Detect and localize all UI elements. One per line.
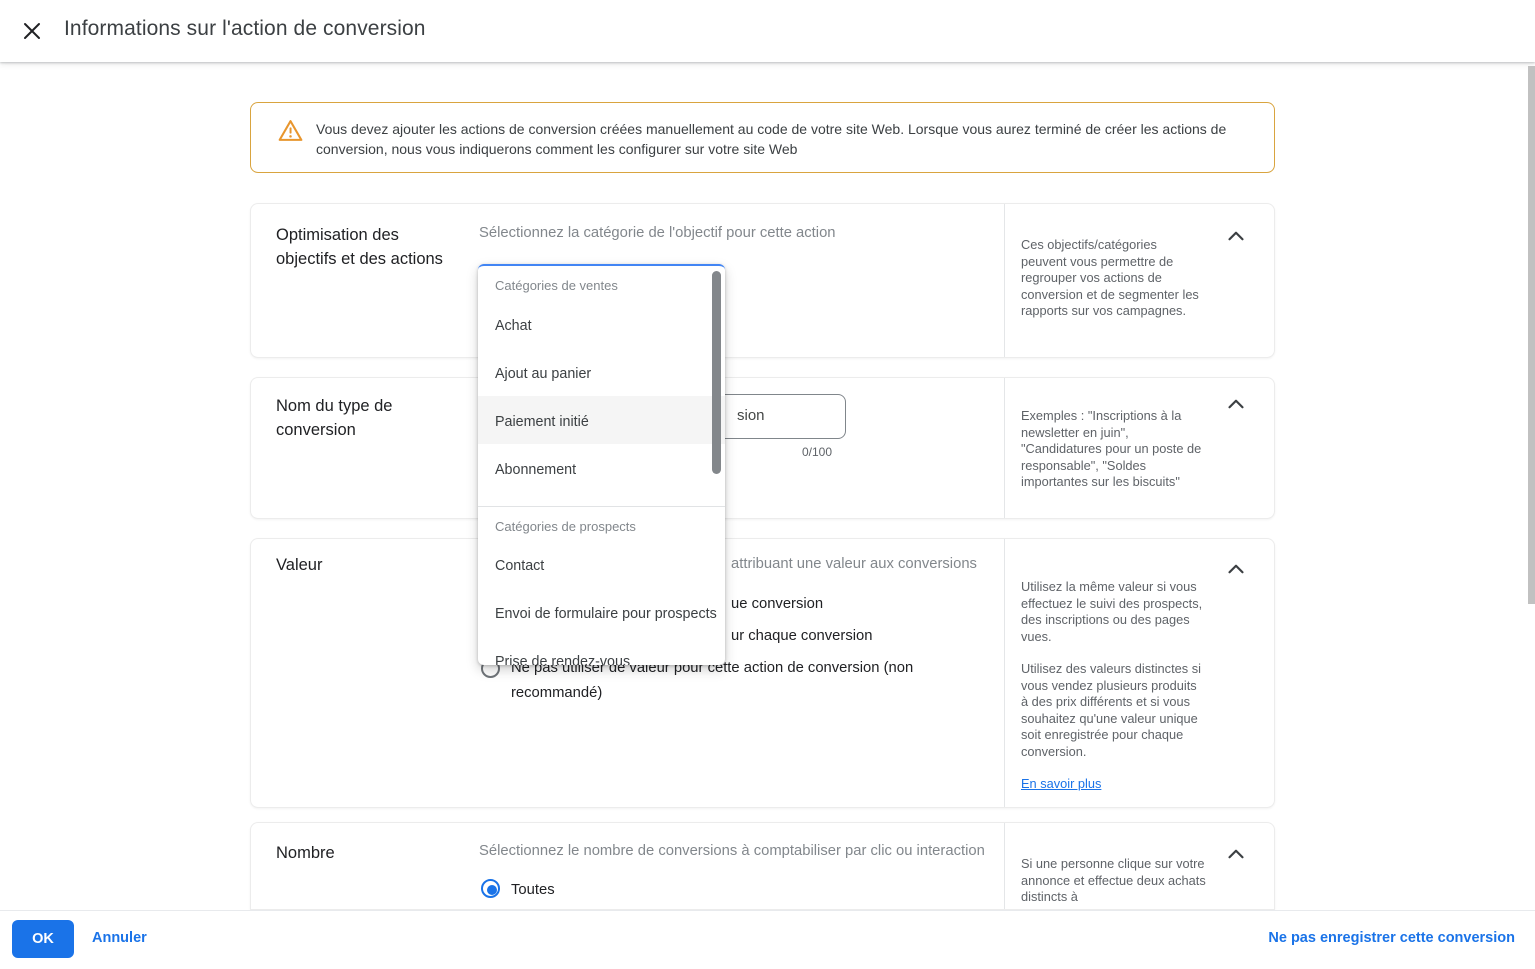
warning-banner: Vous devez ajouter les actions de conver… <box>250 102 1275 173</box>
conversion-action-dialog: Informations sur l'action de conversion … <box>0 0 1535 969</box>
value-help-text: Utilisez la même valeur si vous effectue… <box>1021 579 1205 793</box>
page-scrollbar[interactable] <box>1528 66 1535 604</box>
dropdown-item-prise-rendez-vous[interactable]: Prise de rendez-vous <box>478 652 725 665</box>
dropdown-item-envoi-formulaire[interactable]: Envoi de formulaire pour prospects <box>478 604 725 624</box>
close-icon[interactable] <box>20 19 44 43</box>
chevron-up-icon[interactable] <box>1223 223 1249 249</box>
dropdown-item-ajout-au-panier[interactable]: Ajout au panier <box>478 364 725 384</box>
card-count-title: Nombre <box>276 841 426 865</box>
dropdown-divider <box>478 506 725 507</box>
card-name-title: Nom du type de conversion <box>276 394 426 442</box>
name-help-text: Exemples : "Inscriptions à la newsletter… <box>1021 408 1211 491</box>
category-dropdown-menu: Catégories de ventes Achat Ajout au pani… <box>478 264 725 665</box>
ok-button[interactable]: OK <box>12 920 74 958</box>
goal-category-prompt: Sélectionnez la catégorie de l'objectif … <box>479 225 836 241</box>
learn-more-link[interactable]: En savoir plus <box>1021 776 1101 793</box>
dropdown-item-achat[interactable]: Achat <box>478 316 725 336</box>
chevron-up-icon[interactable] <box>1223 391 1249 417</box>
goal-help-text: Ces objectifs/catégories peuvent vous pe… <box>1021 237 1199 320</box>
card-goal-optimisation: Optimisation des objectifs et des action… <box>250 203 1275 358</box>
count-prompt: Sélectionnez le nombre de conversions à … <box>479 843 985 859</box>
card-divider <box>1004 378 1005 518</box>
count-option-toutes-radio[interactable] <box>481 879 500 898</box>
value-option2-fragment[interactable]: ur chaque conversion <box>731 628 872 644</box>
conversion-name-input-text: sion <box>737 407 765 424</box>
value-help-paragraph-1: Utilisez la même valeur si vous effectue… <box>1021 579 1205 645</box>
dropdown-item-paiement-initie[interactable]: Paiement initié <box>478 412 725 432</box>
dialog-footer: OK Annuler Ne pas enregistrer cette conv… <box>0 910 1535 969</box>
card-count: Nombre Sélectionnez le nombre de convers… <box>250 822 1275 910</box>
card-value: Valeur attribuant une valeur aux convers… <box>250 538 1275 808</box>
page-title: Informations sur l'action de conversion <box>64 17 426 41</box>
dialog-header: Informations sur l'action de conversion <box>0 0 1535 62</box>
warning-icon <box>278 119 303 147</box>
dropdown-group-sales: Catégories de ventes <box>478 277 725 295</box>
count-option-toutes-label[interactable]: Toutes <box>511 878 555 903</box>
card-divider <box>1004 539 1005 807</box>
chevron-up-icon[interactable] <box>1223 841 1249 867</box>
warning-text: Vous devez ajouter les actions de conver… <box>316 119 1256 159</box>
dropdown-scrollbar[interactable] <box>712 271 721 474</box>
cancel-button[interactable]: Annuler <box>92 930 147 946</box>
value-option1-fragment[interactable]: ue conversion <box>731 596 823 612</box>
dropdown-item-abonnement[interactable]: Abonnement <box>478 460 725 480</box>
value-help-paragraph-2: Utilisez des valeurs distinctes si vous … <box>1021 661 1205 760</box>
count-help-text: Si une personne clique sur votre annonce… <box>1021 856 1207 906</box>
dropdown-item-contact[interactable]: Contact <box>478 556 725 576</box>
card-divider <box>1004 204 1005 357</box>
card-value-title: Valeur <box>276 553 426 577</box>
card-conversion-name: Nom du type de conversion sion 0/100 Exe… <box>250 377 1275 519</box>
dont-save-link[interactable]: Ne pas enregistrer cette conversion <box>1268 930 1515 946</box>
card-goal-title: Optimisation des objectifs et des action… <box>276 223 456 271</box>
chevron-up-icon[interactable] <box>1223 556 1249 582</box>
dropdown-group-prospects: Catégories de prospects <box>478 518 725 536</box>
value-prompt-fragment: attribuant une valeur aux conversions <box>731 556 977 572</box>
card-divider <box>1004 823 1005 909</box>
